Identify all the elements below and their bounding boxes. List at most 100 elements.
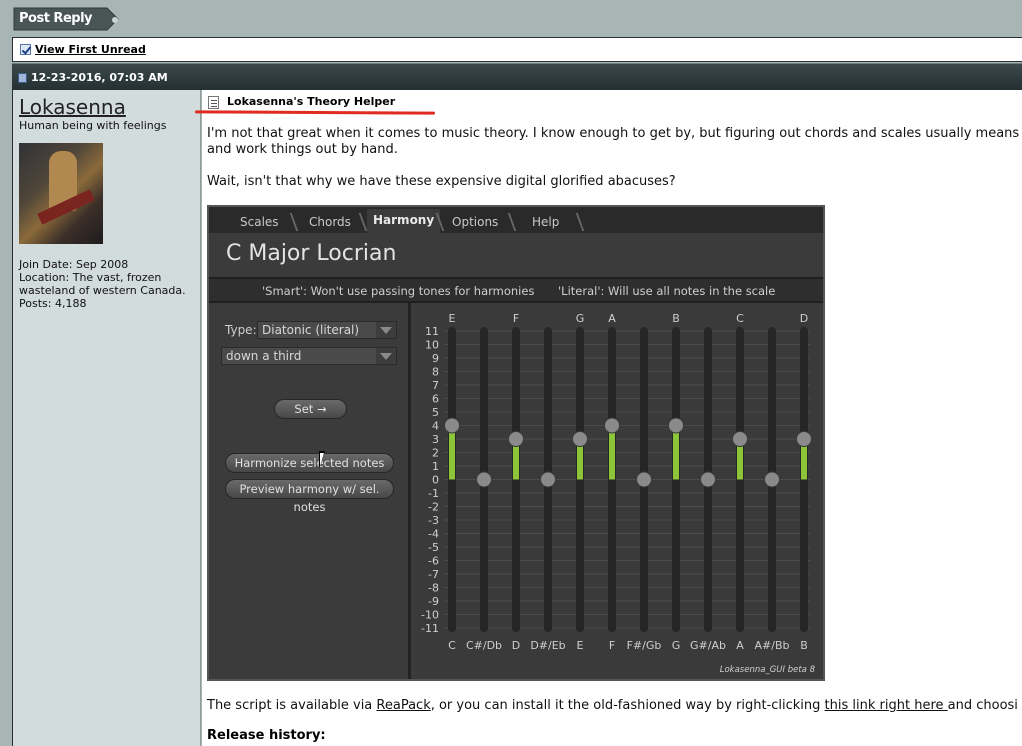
y-tick-label: 8 <box>432 366 439 379</box>
slider-knob[interactable] <box>764 471 780 488</box>
user-panel: Lokasenna Human being with feelings Join… <box>12 90 201 746</box>
text: , or you can install it the old-fashione… <box>430 698 825 713</box>
tab-help[interactable]: Help <box>532 211 559 233</box>
post-icon <box>18 73 27 83</box>
tab-scales[interactable]: Scales <box>240 211 279 233</box>
type-dropdown-value: Diatonic (literal) <box>262 323 360 337</box>
harmony-controls: Type: Diatonic (literal) down a third Se… <box>209 303 411 679</box>
y-tick-label: 0 <box>432 474 439 487</box>
tab-harmony[interactable]: Harmony <box>367 209 441 233</box>
post-text-line: Wait, isn't that why we have these expen… <box>207 174 676 189</box>
post-reply-label: Post Reply <box>19 11 93 26</box>
tab-chords[interactable]: Chords <box>309 211 351 233</box>
text: The script is available via <box>207 698 377 713</box>
script-link[interactable]: this link right here <box>825 698 948 713</box>
slider-note-label: G <box>672 639 681 652</box>
slider-top-label: E <box>449 312 456 325</box>
harmony-info-bar: 'Smart': Won't use passing tones for har… <box>209 277 823 303</box>
slider-knob[interactable] <box>572 431 588 447</box>
location: Location: The vast, frozen wasteland of … <box>19 271 186 297</box>
slider-note-label: B <box>800 639 808 652</box>
y-tick-label: -1 <box>428 487 439 500</box>
chevron-down-icon <box>376 348 396 364</box>
y-tick-label: -2 <box>428 501 439 514</box>
username-link[interactable]: Lokasenna <box>19 95 126 119</box>
slider-knob[interactable] <box>604 417 620 434</box>
slider-top-label: A <box>608 312 616 325</box>
slider-top-label: G <box>576 312 585 325</box>
y-tick-label: -4 <box>428 528 439 541</box>
slider-knob[interactable] <box>476 471 492 488</box>
post-text-line: The script is available via ReaPack, or … <box>207 698 1018 714</box>
post-date: 12-23-2016, 07:03 AM <box>31 71 168 84</box>
slider-fill <box>673 425 679 480</box>
view-first-unread-link[interactable]: View First Unread <box>35 43 146 56</box>
slider-top-label: B <box>672 312 680 325</box>
y-tick-label: -10 <box>421 609 439 622</box>
slider-knob[interactable] <box>732 431 748 447</box>
y-tick-label: 11 <box>425 325 439 338</box>
slider-top-label: D <box>800 312 808 325</box>
post-count: Posts: 4,188 <box>19 297 87 310</box>
interval-dropdown[interactable]: down a third <box>221 347 397 365</box>
y-tick-label: -7 <box>428 568 439 581</box>
tab-options[interactable]: Options <box>452 211 498 233</box>
slider-note-label: G#/Ab <box>690 639 726 652</box>
tab-separator <box>575 213 585 231</box>
slider-note-label: D#/Eb <box>530 639 565 652</box>
chevron-down-icon <box>376 322 396 338</box>
harmony-sliders-panel: 11 10 9 8 7 6 5 4 3 2 1 0 -1 -2 -3 -4 -5 -6 -7 -8 -9 -10 -11 E C… <box>414 303 823 679</box>
document-icon <box>208 96 219 109</box>
gui-tab-bar: Scales Chords Harmony Options Help <box>209 207 823 233</box>
checkbox-icon <box>20 44 31 55</box>
post-text-line: I'm not that great when it comes to musi… <box>207 126 1020 141</box>
text: and choosi <box>947 698 1018 713</box>
type-dropdown[interactable]: Diatonic (literal) <box>257 321 397 339</box>
y-tick-label: 5 <box>432 406 439 419</box>
post-reply-button[interactable]: Post Reply <box>12 7 120 31</box>
slider-note-label: C <box>448 639 456 652</box>
slider-note-label: F#/Gb <box>627 639 662 652</box>
info-literal: 'Literal': Will use all notes in the sca… <box>558 284 776 298</box>
info-smart: 'Smart': Won't use passing tones for har… <box>262 284 535 298</box>
slider-knob[interactable] <box>444 417 460 434</box>
user-title: Human being with feelings <box>19 119 167 132</box>
post-header-bar: 12-23-2016, 07:03 AM <box>12 63 1022 90</box>
slider-knob[interactable] <box>540 471 556 488</box>
y-tick-label: 10 <box>425 339 439 352</box>
slider-top-label: F <box>513 312 519 325</box>
slider-fill <box>449 425 455 480</box>
preview-harmony-button[interactable]: Preview harmony w/ sel. notes <box>225 479 394 514</box>
slider-note-label: D <box>512 639 520 652</box>
harmonize-button[interactable]: Harmonize selected notes <box>225 453 394 473</box>
type-label: Type: <box>225 323 257 337</box>
slider-knob[interactable] <box>508 431 524 447</box>
tab-separator <box>358 213 368 231</box>
slider-knob[interactable] <box>796 431 812 447</box>
slider-knob[interactable] <box>668 417 684 434</box>
slider-fill <box>609 425 615 480</box>
post-title: Lokasenna's Theory Helper <box>227 95 396 108</box>
y-tick-label: -11 <box>421 622 439 635</box>
y-tick-label: 2 <box>432 447 439 460</box>
gui-watermark: Lokasenna_GUI beta 8 <box>719 665 815 675</box>
scale-heading: C Major Locrian <box>226 241 397 266</box>
reapack-link[interactable]: ReaPack <box>376 698 430 713</box>
tab-separator <box>507 213 517 231</box>
user-info: Join Date: Sep 2008 Location: The vast, … <box>19 258 199 310</box>
set-button[interactable]: Set → <box>274 399 347 419</box>
avatar[interactable] <box>19 143 103 244</box>
y-tick-label: -8 <box>428 582 439 595</box>
red-underline-annotation <box>194 110 436 115</box>
slider-knob[interactable] <box>636 471 652 488</box>
y-tick-label: -6 <box>428 555 439 568</box>
sliders-svg: 11109876543210-1-2-3-4-5-6-7-8-9-10-11EC… <box>421 312 812 652</box>
theory-helper-gui: Scales Chords Harmony Options Help C Maj… <box>207 205 825 681</box>
y-tick-label: 4 <box>432 420 439 433</box>
y-tick-label: -3 <box>428 514 439 527</box>
y-tick-label: 9 <box>432 352 439 365</box>
post-text-line: and work things out by hand. <box>207 142 398 157</box>
join-date: Join Date: Sep 2008 <box>19 258 129 271</box>
slider-note-label: C#/Db <box>466 639 502 652</box>
slider-knob[interactable] <box>700 471 716 488</box>
